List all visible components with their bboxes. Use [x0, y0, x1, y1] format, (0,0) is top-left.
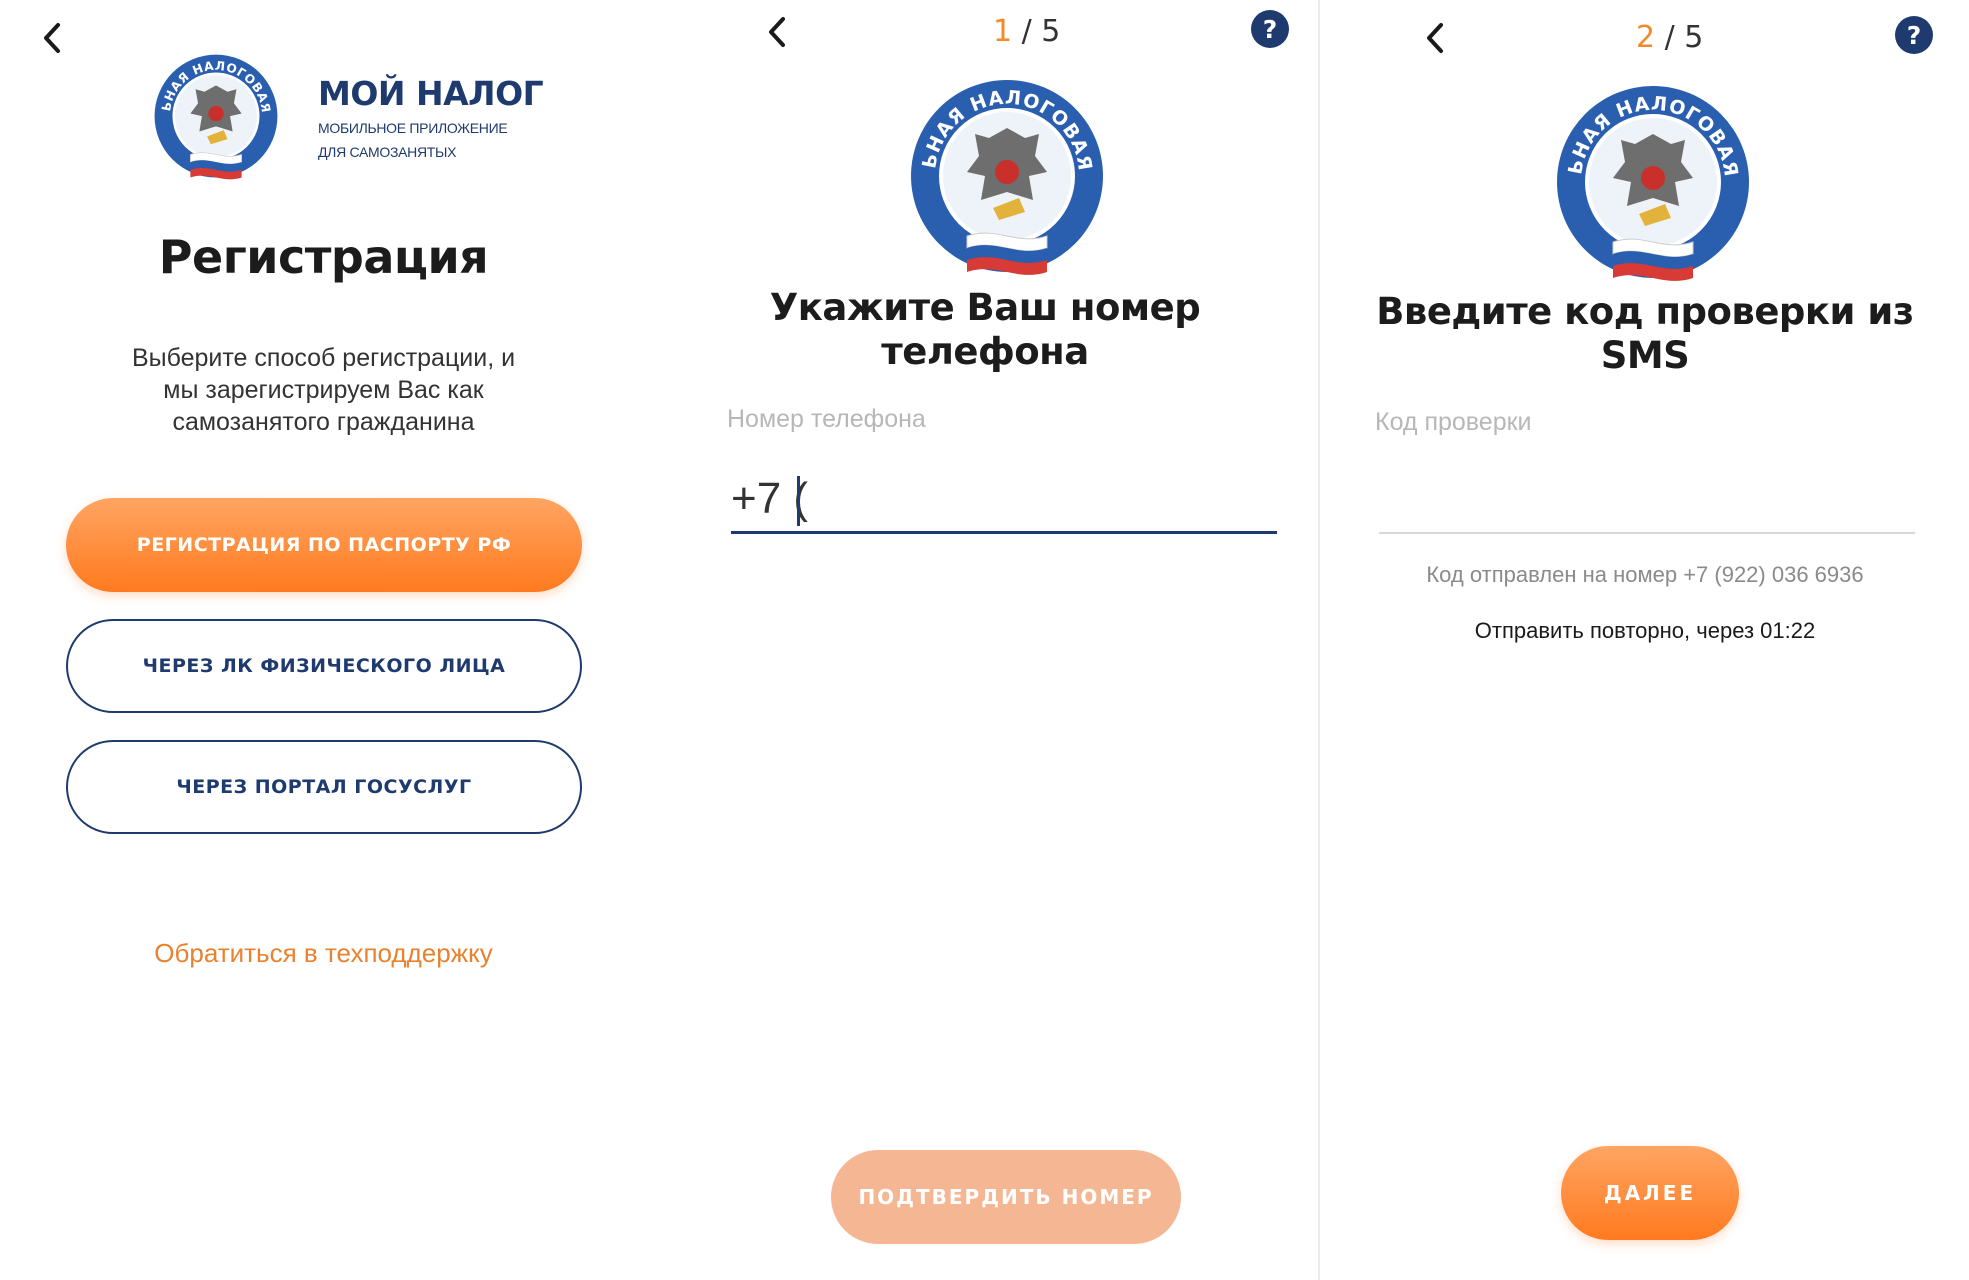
phone-input-underline: [731, 531, 1277, 534]
back-arrow-icon[interactable]: [1413, 16, 1457, 60]
title-line: Укажите Ваш номер: [769, 286, 1201, 329]
back-arrow-icon[interactable]: [30, 16, 74, 60]
passport-registration-button[interactable]: РЕГИСТРАЦИЯ ПО ПАСПОРТУ РФ: [66, 498, 582, 592]
step-indicator: 1 / 5: [993, 14, 1060, 49]
description-line: Выберите способ регистрации, и: [131, 344, 516, 372]
app-subtitle-line2: ДЛЯ САМОЗАНЯТЫХ: [318, 144, 457, 160]
step-current: 1: [993, 14, 1013, 49]
code-sent-text: Код отправлен на номер +7 (922) 036 6936: [1426, 562, 1864, 587]
step-total: / 5: [1655, 20, 1704, 55]
code-input[interactable]: [1379, 460, 1915, 532]
step-indicator: 2 / 5: [1636, 20, 1703, 55]
gosuslugi-registration-button[interactable]: ЧЕРЕЗ ПОРТАЛ ГОСУСЛУГ: [66, 740, 582, 834]
app-subtitle-line1: МОБИЛЬНОЕ ПРИЛОЖЕНИЕ: [318, 120, 508, 136]
registration-description: Выберите способ регистрации, и мы зареги…: [0, 342, 647, 438]
title-line: SMS: [1600, 334, 1690, 377]
fns-emblem-icon: ФЕДЕРАЛЬНАЯ НАЛОГОВАЯ СЛУЖБА: [1541, 65, 1753, 288]
app-name: МОЙ НАЛОГ: [318, 74, 544, 113]
back-arrow-icon[interactable]: [755, 10, 799, 54]
confirm-phone-button[interactable]: ПОДТВЕРДИТЬ НОМЕР: [831, 1150, 1181, 1244]
title-line: Введите код проверки из: [1376, 290, 1914, 333]
help-icon[interactable]: ?: [1895, 16, 1933, 54]
description-line: мы зарегистрируем Вас как: [163, 376, 484, 404]
page-title: Регистрация: [158, 230, 489, 284]
sms-code-screen: 2 / 5 ? ФЕДЕРАЛЬНАЯ НАЛОГОВАЯ СЛУЖБА Вве…: [1321, 0, 1969, 1280]
phone-field-label: Номер телефона: [727, 405, 926, 433]
step-current: 2: [1636, 20, 1656, 55]
title-line: телефона: [881, 330, 1089, 373]
step-total: / 5: [1012, 14, 1061, 49]
description-line: самозанятого гражданина: [172, 408, 475, 436]
help-icon[interactable]: ?: [1251, 10, 1289, 48]
text-cursor: [797, 476, 800, 526]
lk-registration-button[interactable]: ЧЕРЕЗ ЛК ФИЗИЧЕСКОГО ЛИЦА: [66, 619, 582, 713]
fns-emblem-icon: ФЕДЕРАЛЬНАЯ НАЛОГОВАЯ СЛУЖБА: [144, 41, 280, 184]
panel-divider: [1318, 0, 1320, 1280]
code-field-label: Код проверки: [1375, 408, 1532, 436]
next-button[interactable]: ДАЛЕЕ: [1561, 1146, 1739, 1240]
phone-entry-screen: 1 / 5 ? ФЕДЕРАЛЬНАЯ НАЛОГОВАЯ СЛУЖБА Ука…: [653, 0, 1317, 1280]
page-title: Введите код проверки из SMS: [1321, 290, 1969, 378]
phone-input[interactable]: +7 (: [731, 470, 1277, 532]
page-title: Укажите Ваш номер телефона: [653, 286, 1317, 374]
fns-emblem-icon: ФЕДЕРАЛЬНАЯ НАЛОГОВАЯ СЛУЖБА: [895, 59, 1107, 282]
registration-screen: ФЕДЕРАЛЬНАЯ НАЛОГОВАЯ СЛУЖБА МОЙ НАЛОГ М…: [0, 0, 647, 1280]
code-input-underline: [1379, 532, 1915, 534]
support-link[interactable]: Обратиться в техподдержку: [0, 938, 647, 969]
resend-timer-text: Отправить повторно, через 01:22: [1474, 618, 1816, 643]
